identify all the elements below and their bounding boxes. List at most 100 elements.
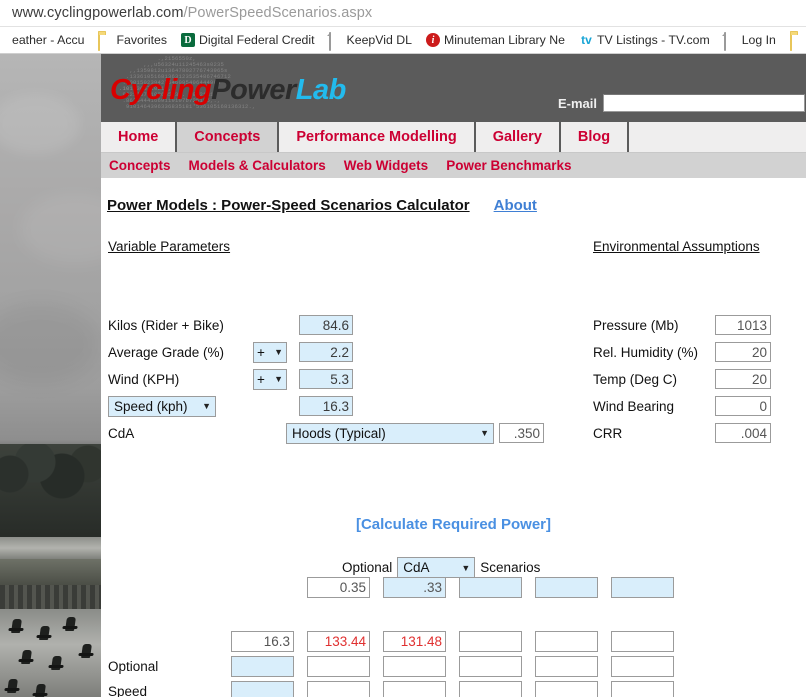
variable-parameters-title: Variable Parameters (108, 239, 231, 254)
logo-cycling-text: Cycling (110, 74, 212, 106)
grid-row-label: Speed (108, 684, 148, 697)
bookmark-item[interactable]: Vac (783, 27, 806, 53)
result-power-input[interactable] (383, 656, 446, 677)
parameter-value-input[interactable] (299, 315, 353, 335)
site-header: .,2156550z, ,,,u56324u11245463s0235 ,,13… (101, 54, 806, 122)
email-label: E-mail (557, 95, 597, 111)
cda-scenario-input[interactable] (307, 577, 370, 598)
result-power-input[interactable] (535, 631, 598, 652)
site-logo[interactable]: CyclingPowerLab (110, 74, 346, 107)
speed-scenario-input[interactable] (231, 656, 294, 677)
bookmark-item[interactable]: i Minuteman Library Ne (419, 27, 572, 53)
chevron-down-icon: ▼ (274, 347, 283, 357)
calculate-required-power-button[interactable]: [Calculate Required Power] (101, 516, 806, 533)
bookmark-label: Log In (741, 33, 776, 47)
bookmark-item[interactable]: eather - Accu (0, 27, 91, 53)
bookmark-label: eather - Accu (12, 33, 85, 47)
speed-parameter-row: Speed (kph) ▼ (108, 395, 353, 417)
nav-tab-blog[interactable]: Blog (560, 122, 630, 152)
cda-position-select[interactable]: Hoods (Typical) ▼ (286, 422, 494, 444)
nav-tab-label: Gallery (492, 129, 542, 145)
environmental-label: Pressure (Mb) (593, 317, 679, 333)
result-power-input[interactable] (459, 631, 522, 652)
speed-scenario-input[interactable] (231, 681, 294, 697)
cda-scenario-input[interactable] (383, 577, 446, 598)
treeline-shape (0, 444, 101, 544)
environmental-label: Temp (Deg C) (593, 371, 678, 387)
environmental-label: CRR (593, 425, 623, 441)
result-power-input[interactable] (535, 681, 598, 697)
bookmark-item[interactable]: Log In (717, 27, 783, 53)
folder-icon (98, 32, 111, 51)
cyclist-shape (81, 644, 92, 658)
environmental-row: Rel. Humidity (%) (593, 341, 771, 363)
sub-navigation[interactable]: Concepts Models & Calculators Web Widgets P… (101, 153, 806, 178)
environmental-row: Wind Bearing (593, 395, 771, 417)
logo-power-text: Power (211, 74, 296, 106)
result-power-input[interactable] (307, 681, 370, 697)
environmental-assumptions-title: Environmental Assumptions (593, 239, 760, 254)
sub-nav-item-models-calculators[interactable]: Models & Calculators (189, 158, 326, 173)
site-content: .,2156550z, ,,,u56324u11245463s0235 ,,13… (101, 54, 806, 697)
email-input[interactable] (603, 94, 805, 112)
about-link[interactable]: About (494, 197, 537, 214)
nav-tab-concepts[interactable]: Concepts (177, 122, 280, 152)
environmental-value-input[interactable] (715, 342, 771, 362)
cda-scenario-input[interactable] (459, 577, 522, 598)
bookmark-item[interactable]: D Digital Federal Credit (174, 27, 322, 53)
bookmark-item[interactable]: KeepVid DL (322, 27, 419, 53)
bookmarks-bar[interactable]: eather - Accu Favorites D Digital Federal C… (0, 27, 806, 54)
speed-scenario-input[interactable] (231, 631, 294, 652)
cyclist-shape (21, 650, 32, 664)
cda-parameter-row: CdA Hoods (Typical) ▼ (108, 422, 544, 444)
cda-position-value: Hoods (Typical) (292, 425, 386, 441)
sub-nav-item-concepts[interactable]: Concepts (109, 158, 171, 173)
environmental-value-input[interactable] (715, 396, 771, 416)
barrier-shape (0, 585, 101, 609)
result-power-input[interactable] (383, 631, 446, 652)
nav-tab-label: Blog (577, 129, 611, 145)
speed-unit-select[interactable]: Speed (kph) ▼ (108, 395, 216, 417)
speed-value-input[interactable] (299, 396, 353, 416)
result-power-input[interactable] (383, 681, 446, 697)
environmental-value-input[interactable] (715, 423, 771, 443)
main-navigation[interactable]: Home Concepts Performance Modelling Gallery… (101, 122, 806, 153)
parameter-sign-select[interactable]: + ▼ (253, 368, 287, 390)
environmental-label: Rel. Humidity (%) (593, 344, 699, 360)
parameter-value-input[interactable] (299, 369, 353, 389)
result-power-input[interactable] (307, 656, 370, 677)
result-power-input[interactable] (611, 631, 674, 652)
nav-tab-home[interactable]: Home (101, 122, 178, 152)
minuteman-icon: i (425, 33, 440, 47)
chevron-down-icon: ▼ (202, 401, 211, 411)
bookmark-label: Digital Federal Credit (199, 33, 315, 47)
cda-value-input[interactable] (499, 423, 544, 443)
nav-tab-performance-modelling[interactable]: Performance Modelling (279, 122, 476, 152)
result-power-input[interactable] (611, 681, 674, 697)
result-power-input[interactable] (307, 631, 370, 652)
environmental-row: Temp (Deg C) (593, 368, 771, 390)
cda-scenario-input[interactable] (611, 577, 674, 598)
bookmark-item[interactable]: tv TV Listings - TV.com (572, 27, 717, 53)
address-bar[interactable]: www.cyclingpowerlab.com/PowerSpeedScenar… (0, 0, 806, 27)
result-power-input[interactable] (459, 656, 522, 677)
optional-scenario-type-select[interactable]: CdA ▼ (397, 557, 476, 578)
cyclist-shape (11, 619, 22, 633)
environmental-value-input[interactable] (715, 315, 771, 335)
sub-nav-item-power-benchmarks[interactable]: Power Benchmarks (446, 158, 571, 173)
result-power-input[interactable] (459, 681, 522, 697)
cda-label: CdA (108, 425, 135, 441)
folder-icon (789, 32, 803, 51)
sub-nav-item-web-widgets[interactable]: Web Widgets (344, 158, 428, 173)
cda-scenario-input[interactable] (535, 577, 598, 598)
nav-tab-gallery[interactable]: Gallery (475, 122, 561, 152)
page-title: Power Models : Power-Speed Scenarios Cal… (107, 197, 470, 214)
parameter-value-input[interactable] (299, 342, 353, 362)
result-power-input[interactable] (611, 656, 674, 677)
environmental-value-input[interactable] (715, 369, 771, 389)
parameter-sign-select[interactable]: + ▼ (253, 341, 287, 363)
result-power-input[interactable] (535, 656, 598, 677)
bookmark-item[interactable]: Favorites (91, 27, 174, 53)
optional-prefix-label: Optional (342, 560, 393, 575)
grid-row-label: Optional (108, 659, 159, 674)
